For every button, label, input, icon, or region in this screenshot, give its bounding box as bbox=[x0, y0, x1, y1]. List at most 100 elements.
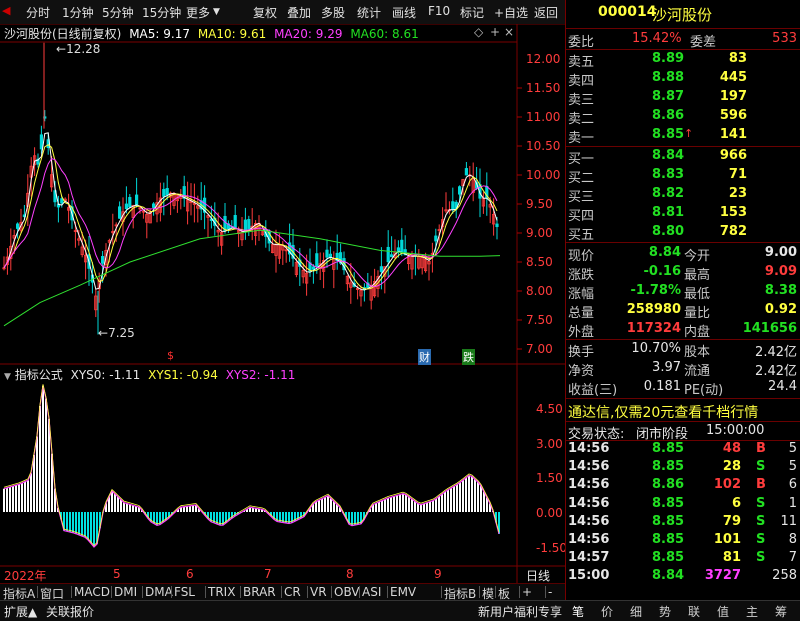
ask-row[interactable]: 卖一 8.85 ↑ 141 bbox=[566, 127, 800, 146]
indicator-tick: 1.50 bbox=[536, 471, 563, 485]
bid-row[interactable]: 买一 8.84 966 bbox=[566, 148, 800, 167]
tick-price: 8.85 bbox=[652, 513, 685, 529]
chart-legend: 沙河股份(日线前复权) MA5: 9.17 MA10: 9.61 MA20: 9… bbox=[4, 25, 419, 42]
tab-more[interactable]: 更多 bbox=[186, 4, 210, 21]
weicha-value: 533 bbox=[772, 31, 797, 46]
stat-label: 内盘 bbox=[684, 325, 711, 340]
bid-row[interactable]: 买四 8.81 153 bbox=[566, 205, 800, 224]
stat-value: 2.42亿 bbox=[755, 345, 797, 360]
collapse-icon[interactable]: ▼ bbox=[4, 372, 11, 382]
ask-row[interactable]: 卖二 8.86 596 bbox=[566, 108, 800, 127]
panel-switch-button[interactable]: 笔 bbox=[572, 603, 584, 620]
draw-line-button[interactable]: 画线 bbox=[392, 4, 416, 21]
kline-chart[interactable] bbox=[0, 24, 565, 598]
panel-switch-button[interactable]: 势 bbox=[659, 603, 671, 620]
plus-icon[interactable]: + bbox=[490, 25, 500, 39]
price-tick: 7.50 bbox=[526, 313, 553, 327]
ad-banner[interactable]: 通达信,仅需20元查看千档行情 bbox=[566, 402, 800, 421]
indicator-tab[interactable]: EMV bbox=[390, 585, 416, 599]
indicator-tab[interactable]: CR bbox=[284, 585, 301, 599]
close-icon[interactable]: × bbox=[504, 25, 514, 39]
panel-switch-button[interactable]: 主 bbox=[746, 603, 758, 620]
bid-label: 买二 bbox=[568, 171, 595, 186]
indicator-tab[interactable]: + bbox=[522, 585, 532, 599]
indicator-legend: ▼ 指标公式 XYS0: -1.11 XYS1: -0.94 XYS2: -1.… bbox=[4, 366, 295, 383]
ask-row[interactable]: 卖五 8.89 83 bbox=[566, 51, 800, 70]
bid-row[interactable]: 买五 8.80 782 bbox=[566, 224, 800, 243]
indicator-tab[interactable]: BRAR bbox=[243, 585, 276, 599]
indicator-tab[interactable]: FSL bbox=[174, 585, 195, 599]
f10-button[interactable]: F10 bbox=[428, 4, 450, 18]
multi-stock-button[interactable]: 多股 bbox=[321, 4, 345, 21]
stat-label: 现价 bbox=[568, 249, 595, 264]
promo-link[interactable]: 新用户福利专享 bbox=[478, 603, 562, 620]
tick-volume: 6 bbox=[731, 495, 741, 511]
tab-1min[interactable]: 1分钟 bbox=[62, 4, 94, 21]
tick-volume: 79 bbox=[722, 513, 741, 529]
bid-price: 8.83 bbox=[652, 167, 685, 182]
stat-value: 24.4 bbox=[768, 379, 797, 394]
stats-button[interactable]: 统计 bbox=[357, 4, 381, 21]
tick-row: 14:56 8.85 79 S 11 bbox=[566, 514, 800, 532]
expand-button[interactable]: 扩展▲ bbox=[4, 603, 37, 620]
stat-label: 最低 bbox=[684, 287, 711, 302]
indicator-tab[interactable]: VR bbox=[310, 585, 327, 599]
indicator-tab[interactable]: ASI bbox=[362, 585, 381, 599]
indicator-tab[interactable]: TRIX bbox=[208, 585, 235, 599]
indicator-tab[interactable]: DMA bbox=[145, 585, 173, 599]
tab-fenshi[interactable]: 分时 bbox=[26, 4, 50, 21]
panel-switch-button[interactable]: 联 bbox=[688, 603, 700, 620]
panel-switch-button[interactable]: 筹 bbox=[775, 603, 787, 620]
weicha-label: 委差 bbox=[690, 35, 717, 50]
period-label[interactable]: 日线 bbox=[526, 567, 550, 584]
indicator-tab[interactable]: OBV bbox=[334, 585, 360, 599]
tab-15min[interactable]: 15分钟 bbox=[142, 4, 181, 21]
panel-switch-button[interactable]: 值 bbox=[717, 603, 729, 620]
ask-label: 卖二 bbox=[568, 112, 595, 127]
finance-marker[interactable]: 财 bbox=[418, 349, 431, 365]
overlay-button[interactable]: 叠加 bbox=[287, 4, 311, 21]
tick-side: S bbox=[756, 532, 766, 547]
tick-time: 14:57 bbox=[568, 550, 610, 566]
price-tick: 7.00 bbox=[526, 342, 553, 356]
add-watchlist-button[interactable]: +自选 bbox=[494, 4, 528, 21]
mark-button[interactable]: 标记 bbox=[460, 4, 484, 21]
bid-row[interactable]: 买二 8.83 71 bbox=[566, 167, 800, 186]
bid-row[interactable]: 买三 8.82 23 bbox=[566, 186, 800, 205]
chevron-down-icon[interactable]: ▼ bbox=[213, 7, 220, 17]
menu-icon[interactable]: ◀ bbox=[2, 4, 10, 17]
diamond-icon[interactable]: ◇ bbox=[474, 25, 483, 39]
ask-price: 8.89 bbox=[652, 51, 685, 66]
related-quote-button[interactable]: 关联报价 bbox=[46, 603, 94, 620]
tab-5min[interactable]: 5分钟 bbox=[102, 4, 134, 21]
ask-row[interactable]: 卖四 8.88 445 bbox=[566, 70, 800, 89]
dividend-marker[interactable]: $ bbox=[167, 349, 174, 362]
stat-row: 收益(三) 0.181 PE(动) 24.4 bbox=[566, 379, 800, 398]
drop-marker[interactable]: 跌 bbox=[462, 349, 475, 365]
tick-count: 11 bbox=[780, 513, 797, 529]
tick-count: 1 bbox=[788, 495, 797, 511]
ma5-legend: MA5: 9.17 bbox=[129, 27, 190, 41]
stat-label: 今开 bbox=[684, 249, 711, 264]
fuquan-button[interactable]: 复权 bbox=[253, 4, 277, 21]
back-button[interactable]: 返回 bbox=[534, 4, 558, 21]
panel-switch-button[interactable]: 细 bbox=[630, 603, 642, 620]
indicator-tab[interactable]: - bbox=[548, 585, 552, 599]
indicator-tab[interactable]: MACD bbox=[74, 585, 110, 599]
ask-row[interactable]: 卖三 8.87 197 bbox=[566, 89, 800, 108]
stat-row: 涨幅 -1.78% 最低 8.38 bbox=[566, 283, 800, 302]
panel-switch-button[interactable]: 价 bbox=[601, 603, 613, 620]
ask-volume: 197 bbox=[719, 89, 747, 104]
stat-row: 换手 10.70% 股本 2.42亿 bbox=[566, 341, 800, 360]
tick-price: 8.85 bbox=[652, 459, 685, 475]
indicator-tab[interactable]: DMI bbox=[114, 585, 137, 599]
indicator-tick: -1.50 bbox=[536, 541, 568, 555]
ad-text[interactable]: 通达信,仅需20元查看千档行情 bbox=[568, 402, 758, 422]
ask-label: 卖三 bbox=[568, 93, 595, 108]
bid-price: 8.81 bbox=[652, 205, 685, 220]
trade-time: 15:00:00 bbox=[706, 423, 765, 438]
stat-label: 外盘 bbox=[568, 325, 595, 340]
stat-label: 净资 bbox=[568, 364, 595, 379]
stat-label: 收益(三) bbox=[568, 383, 618, 398]
xys0-legend: XYS0: -1.11 bbox=[70, 368, 141, 382]
